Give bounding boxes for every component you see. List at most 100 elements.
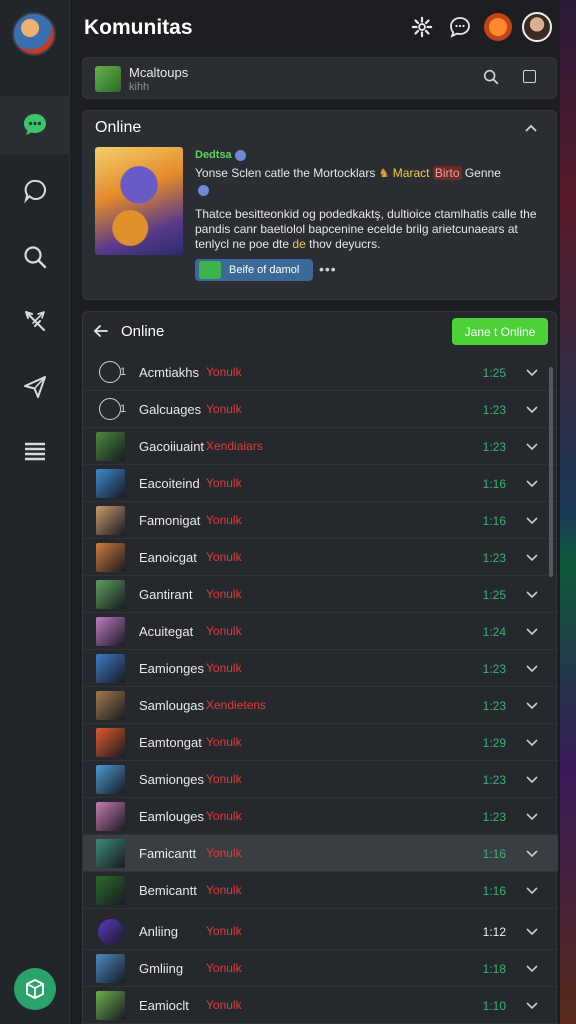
chevron-down-icon[interactable] bbox=[526, 848, 538, 858]
chevron-down-icon[interactable] bbox=[526, 441, 538, 451]
list-item[interactable]: Gacoiiuaint Xendiaiars 1:23 bbox=[83, 428, 558, 465]
chevron-down-icon[interactable] bbox=[526, 367, 538, 377]
list-item[interactable]: Anliing Yonulk 1:12 bbox=[83, 913, 558, 950]
post-action-button[interactable]: Beife of damol bbox=[195, 259, 313, 281]
window-square-icon[interactable] bbox=[523, 70, 536, 83]
chevron-down-icon[interactable] bbox=[526, 552, 538, 562]
chevron-down-icon[interactable] bbox=[526, 663, 538, 673]
member-avatar bbox=[96, 954, 125, 983]
member-name: Eanoicgat bbox=[139, 550, 197, 565]
member-avatar bbox=[96, 654, 125, 683]
list-item[interactable]: Famonigat Yonulk 1:16 bbox=[83, 502, 558, 539]
chevron-up-icon[interactable] bbox=[524, 123, 538, 133]
list-item[interactable]: Bemicantt Yonulk 1:16 bbox=[83, 872, 558, 909]
list-item[interactable]: 1 Galcuages Yonulk 1:23 bbox=[83, 391, 558, 428]
chevron-down-icon[interactable] bbox=[526, 700, 538, 710]
send-icon bbox=[24, 376, 46, 398]
chevron-down-icon[interactable] bbox=[526, 404, 538, 414]
member-time: 1:29 bbox=[482, 736, 506, 750]
sidebar-item-chat[interactable] bbox=[0, 96, 70, 154]
list-item[interactable]: Acuitegat Yonulk 1:24 bbox=[83, 613, 558, 650]
member-name: Samionges bbox=[139, 772, 205, 787]
list-title: Online bbox=[121, 323, 165, 340]
list-item[interactable]: Eacoiteind Yonulk 1:16 bbox=[83, 465, 558, 502]
list-item[interactable]: Gmliing Yonulk 1:18 bbox=[83, 950, 558, 987]
member-time: 1:24 bbox=[482, 625, 506, 639]
member-avatar bbox=[96, 802, 125, 831]
member-list: 1 Acmtiakhs Yonulk 1:25 1 Galcuages Yonulk 1:23… bbox=[83, 354, 558, 1024]
coin-icon[interactable] bbox=[484, 13, 512, 41]
list-item[interactable]: Gantirant Yonulk 1:25 bbox=[83, 576, 558, 613]
member-status: Yonulk bbox=[206, 961, 242, 975]
chevron-down-icon[interactable] bbox=[526, 589, 538, 599]
menu-icon bbox=[25, 442, 45, 461]
list-item[interactable]: Samlougas Xendietens 1:23 bbox=[83, 687, 558, 724]
chevron-down-icon[interactable] bbox=[526, 774, 538, 784]
sidebar-item-battle[interactable] bbox=[0, 292, 70, 350]
member-time: 1:25 bbox=[482, 366, 506, 380]
member-name: Gmliing bbox=[139, 961, 184, 976]
sidebar-item-menu[interactable] bbox=[0, 422, 70, 480]
member-time: 1:23 bbox=[482, 773, 506, 787]
post-author[interactable]: Dedtsa bbox=[195, 149, 246, 161]
member-time: 1:16 bbox=[482, 847, 506, 861]
member-avatar bbox=[96, 432, 125, 461]
member-status: Yonulk bbox=[206, 365, 242, 379]
create-fab[interactable] bbox=[14, 968, 56, 1010]
member-status: Xendiaiars bbox=[206, 439, 263, 453]
decorative-edge-art bbox=[560, 0, 576, 1024]
member-name: Bemicantt bbox=[139, 883, 197, 898]
settings-button[interactable] bbox=[408, 13, 436, 41]
group-card[interactable]: Mcaltoups kihh bbox=[82, 57, 557, 99]
member-name: Acuitegat bbox=[139, 624, 194, 639]
chevron-down-icon[interactable] bbox=[526, 737, 538, 747]
chevron-down-icon[interactable] bbox=[526, 963, 538, 973]
chat-button[interactable] bbox=[446, 13, 474, 41]
list-item[interactable]: Eamtongat Yonulk 1:29 bbox=[83, 724, 558, 761]
member-index: 1 bbox=[120, 403, 127, 415]
chevron-down-icon[interactable] bbox=[526, 626, 538, 636]
chevron-down-icon[interactable] bbox=[526, 515, 538, 525]
member-name: Eamlouges bbox=[139, 809, 205, 824]
member-status: Yonulk bbox=[206, 476, 242, 490]
profile-avatar[interactable] bbox=[12, 12, 56, 56]
member-avatar bbox=[96, 765, 125, 794]
member-avatar bbox=[99, 398, 121, 420]
member-time: 1:12 bbox=[482, 925, 506, 939]
gear-icon bbox=[411, 16, 433, 38]
member-avatar bbox=[96, 469, 125, 498]
top-actions bbox=[408, 12, 552, 42]
post-image[interactable] bbox=[95, 147, 183, 255]
sidebar-item-send[interactable] bbox=[0, 358, 70, 416]
back-arrow-icon[interactable] bbox=[93, 323, 109, 339]
member-avatar bbox=[96, 543, 125, 572]
chat-icon bbox=[24, 114, 46, 135]
member-avatar bbox=[96, 617, 125, 646]
member-name: Samlougas bbox=[139, 698, 205, 713]
member-time: 1:16 bbox=[482, 477, 506, 491]
list-item[interactable]: Eamionges Yonulk 1:23 bbox=[83, 650, 558, 687]
search-icon[interactable] bbox=[482, 68, 500, 86]
sidebar-item-search[interactable] bbox=[0, 228, 70, 286]
member-avatar bbox=[96, 876, 125, 905]
join-online-button[interactable]: Jane t Online bbox=[452, 318, 548, 345]
chevron-down-icon[interactable] bbox=[526, 1000, 538, 1010]
list-item[interactable]: Eamioclt Yonulk 1:10 bbox=[83, 987, 558, 1024]
scrollbar[interactable] bbox=[549, 367, 553, 577]
verified-badge-icon bbox=[234, 149, 246, 161]
sidebar-item-messages[interactable] bbox=[0, 162, 70, 220]
list-item[interactable]: 1 Acmtiakhs Yonulk 1:25 bbox=[83, 354, 558, 391]
sidebar bbox=[0, 0, 70, 1024]
chevron-down-icon[interactable] bbox=[526, 478, 538, 488]
list-item[interactable]: Famicantt Yonulk 1:16 bbox=[83, 835, 558, 872]
more-options-icon[interactable]: ••• bbox=[319, 261, 337, 277]
list-item[interactable]: Samionges Yonulk 1:23 bbox=[83, 761, 558, 798]
chevron-down-icon[interactable] bbox=[526, 811, 538, 821]
chevron-down-icon[interactable] bbox=[526, 885, 538, 895]
member-status: Yonulk bbox=[206, 402, 242, 416]
user-avatar[interactable] bbox=[522, 12, 552, 42]
member-avatar bbox=[96, 839, 125, 868]
list-item[interactable]: Eamlouges Yonulk 1:23 bbox=[83, 798, 558, 835]
list-item[interactable]: Eanoicgat Yonulk 1:23 bbox=[83, 539, 558, 576]
chevron-down-icon[interactable] bbox=[526, 926, 538, 936]
